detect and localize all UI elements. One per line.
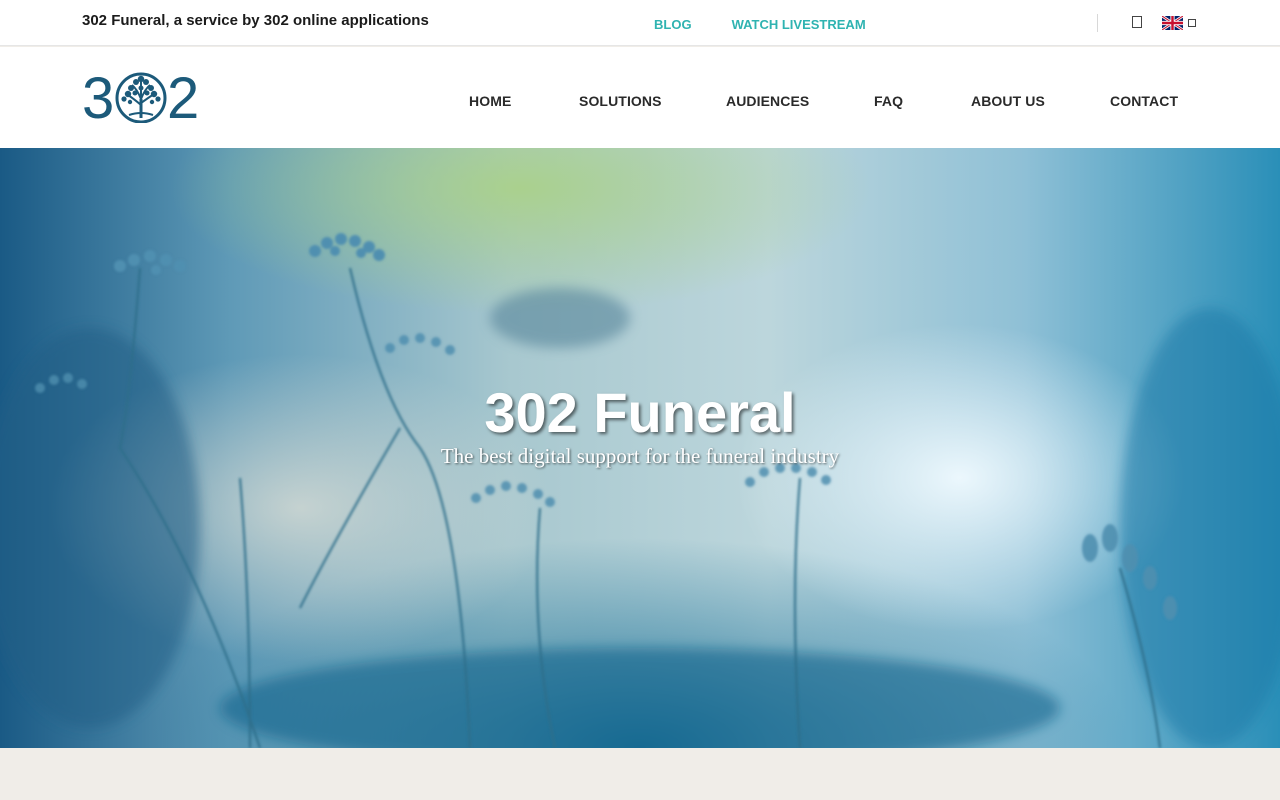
language-dropdown-icon xyxy=(1188,19,1196,27)
user-icon[interactable] xyxy=(1131,15,1143,29)
hero-banner: 302 Funeral The best digital support for… xyxy=(0,148,1280,748)
top-links: BLOG WATCH LIVESTREAM xyxy=(654,17,866,32)
language-selector[interactable] xyxy=(1162,16,1196,30)
hero-subtitle: The best digital support for the funeral… xyxy=(440,444,840,468)
top-bar: 302 Funeral, a service by 302 online app… xyxy=(0,0,1280,46)
uk-flag-icon xyxy=(1162,16,1183,30)
nav-faq[interactable]: FAQ xyxy=(874,93,903,109)
nav-solutions[interactable]: SOLUTIONS xyxy=(579,93,662,109)
nav-home[interactable]: HOME xyxy=(469,93,511,109)
nav-about-us[interactable]: ABOUT US xyxy=(971,93,1045,109)
blog-link[interactable]: BLOG xyxy=(654,17,692,32)
nav-audiences[interactable]: AUDIENCES xyxy=(726,93,809,109)
watch-livestream-link[interactable]: WATCH LIVESTREAM xyxy=(732,17,866,32)
nav-contact[interactable]: CONTACT xyxy=(1110,93,1178,109)
hero-title: 302 Funeral xyxy=(484,381,796,444)
site-tagline: 302 Funeral, a service by 302 online app… xyxy=(82,12,429,29)
main-nav: HOME SOLUTIONS AUDIENCES FAQ ABOUT US CO… xyxy=(0,93,1280,113)
top-separator xyxy=(1097,14,1098,32)
main-header: 3 2 HOME SOLUTIONS AUDIENCES FAQ ABOUT U… xyxy=(0,47,1280,148)
